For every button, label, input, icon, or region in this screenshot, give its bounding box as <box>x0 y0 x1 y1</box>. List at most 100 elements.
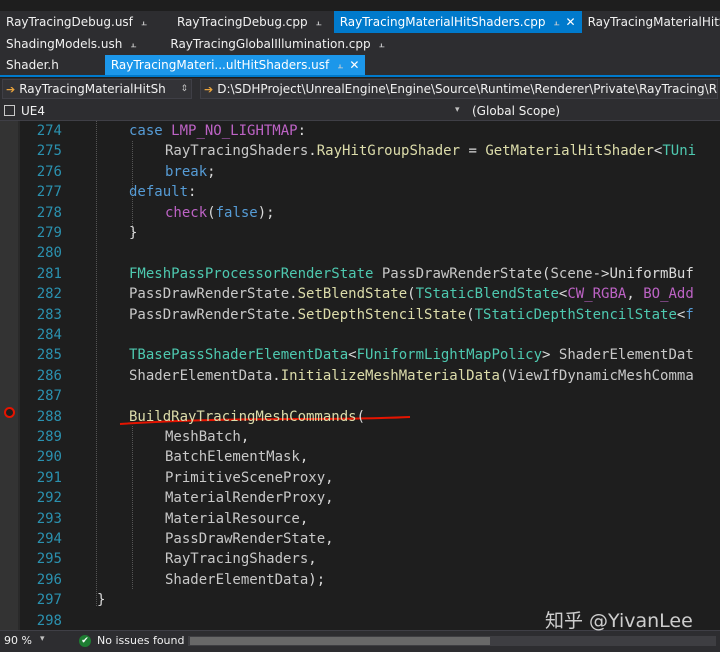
document-tab[interactable]: RayTracingDebug.cpp ⫠ <box>157 11 332 33</box>
code-line[interactable]: 282 PassDrawRenderState.SetBlendState(TSt… <box>0 284 720 304</box>
close-icon[interactable]: ✕ <box>349 58 359 72</box>
document-tab[interactable]: RayTracingMaterialHitShaders.cpp ⫠ ✕ <box>333 11 582 33</box>
code-line[interactable]: 294 PassDrawRenderState, <box>0 529 720 549</box>
code-text: ShaderElementData); <box>165 570 325 590</box>
code-line[interactable]: 295 RayTracingShaders, <box>0 549 720 569</box>
scope-dropdown[interactable]: (Global Scope) <box>472 101 560 120</box>
scrollbar-thumb[interactable] <box>190 637 490 645</box>
code-token: LMP_NO_LIGHTMAP <box>171 123 298 139</box>
code-line[interactable]: 279} <box>0 223 720 243</box>
pin-icon[interactable]: ⫠ <box>379 39 385 50</box>
tab-label: RayTracingMaterialHitSha <box>587 15 720 29</box>
code-line[interactable]: 287 <box>0 386 720 406</box>
code-token: break <box>165 163 208 180</box>
active-tab-underline <box>0 75 720 77</box>
code-token: TUni <box>662 143 697 160</box>
code-line[interactable]: 289 MeshBatch, <box>0 427 720 447</box>
code-token: < <box>348 347 357 364</box>
tab-label: Shader.h <box>6 58 59 72</box>
line-number: 291 <box>36 469 62 486</box>
code-line[interactable]: 280 <box>0 243 720 263</box>
issues-status[interactable]: No issues found <box>97 634 184 647</box>
document-tab[interactable]: RayTracingDebug.usf ⫠ <box>0 11 157 33</box>
chevron-down-icon[interactable]: ▾ <box>40 634 45 644</box>
code-text: PassDrawRenderState.SetBlendState(TStati… <box>129 284 694 304</box>
code-line[interactable]: 277 default: <box>0 182 720 202</box>
file-path-value: D:\SDHProject\UnrealEngine\Engine\Source… <box>217 82 717 96</box>
code-line[interactable]: 296 ShaderElementData); <box>0 570 720 590</box>
line-number: 279 <box>36 225 62 241</box>
code-text: RayTracingShaders, <box>165 549 317 569</box>
document-tab-row-1: RayTracingDebug.usf ⫠ RayTracingDebug.cpp ⫠… <box>0 11 720 33</box>
code-token: , <box>299 510 309 527</box>
line-number: 290 <box>36 449 62 466</box>
code-text: RayTracingShaders.RayHitGroupShader = Ge… <box>165 141 696 161</box>
line-number: 285 <box>36 347 62 364</box>
code-token: RayTracingShaders <box>165 551 309 568</box>
document-tab[interactable]: RayTracingMaterialHitSha <box>582 11 720 33</box>
code-token: ; <box>207 163 216 180</box>
code-token: f <box>685 306 694 323</box>
line-number: 289 <box>36 429 62 445</box>
code-token: ShaderElementDat <box>558 347 694 364</box>
code-token: . <box>289 306 298 323</box>
code-token: , <box>325 531 334 547</box>
code-line[interactable]: 283 PassDrawRenderState.SetDepthStencilSt… <box>0 305 720 325</box>
code-token: , <box>325 469 334 486</box>
code-line[interactable]: 288 BuildRayTracingMeshCommands( <box>0 407 720 427</box>
file-path-dropdown[interactable]: ➔ D:\SDHProject\UnrealEngine\Engine\Sour… <box>200 79 718 99</box>
line-number: 295 <box>36 551 62 568</box>
chevron-updown-icon: ⇕ <box>180 84 188 94</box>
document-tab-row-3: Shader.h RayTracingMateri...ultHitShaders… <box>0 55 720 75</box>
document-tab[interactable]: Shader.h <box>0 55 65 75</box>
code-editor[interactable]: 274 case LMP_NO_LIGHTMAP: 275 RayTracingSha… <box>0 121 720 630</box>
code-line[interactable]: 274 case LMP_NO_LIGHTMAP: <box>0 121 720 141</box>
tab-label: ShadingModels.ush <box>6 37 123 51</box>
code-line[interactable]: 276 break; <box>0 162 720 182</box>
document-tab[interactable]: RayTracingGlobalIllumination.cpp ⫠ <box>142 33 390 55</box>
zoom-level[interactable]: 90 % <box>4 634 32 647</box>
scope-dropdown-value: (Global Scope) <box>472 103 561 118</box>
class-dropdown[interactable]: ➔ RayTracingMaterialHitSh ⇕ <box>2 79 192 99</box>
code-token: BO_Add <box>643 286 694 303</box>
code-line[interactable]: 281 FMeshPassProcessorRenderState PassDra… <box>0 264 720 284</box>
tab-label: RayTracingDebug.usf <box>6 15 133 29</box>
code-line[interactable]: 292 MaterialRenderProxy, <box>0 488 720 508</box>
code-token: false <box>215 204 258 221</box>
code-token: ( <box>466 306 475 323</box>
code-line[interactable]: 293 MaterialResource, <box>0 509 720 529</box>
pin-icon[interactable]: ⫠ <box>337 60 343 71</box>
path-icon: ➔ <box>204 82 214 96</box>
code-token: GetMaterialHitShader <box>485 143 654 160</box>
pin-icon[interactable]: ⫠ <box>141 17 147 28</box>
document-tab-row-2: ShadingModels.ush ⫠ RayTracingGlobalIllumi… <box>0 33 720 55</box>
code-token: RayTracingShaders <box>165 143 309 160</box>
pin-icon[interactable]: ⫠ <box>130 39 136 50</box>
code-token: Scene <box>550 265 593 282</box>
line-number: 293 <box>36 510 62 527</box>
code-line[interactable]: 291 PrimitiveSceneProxy, <box>0 468 720 488</box>
line-number: 286 <box>36 367 62 384</box>
line-number: 288 <box>36 408 62 425</box>
code-token: } <box>97 592 106 609</box>
document-tab[interactable]: RayTracingMateri...ultHitShaders.usf ⫠ ✕ <box>104 55 366 75</box>
code-line[interactable]: 278 check(false); <box>0 203 720 223</box>
pin-icon[interactable]: ⫠ <box>553 17 559 28</box>
code-line[interactable]: 290 BatchElementMask, <box>0 447 720 467</box>
code-token: , <box>626 286 644 303</box>
document-tab[interactable]: ShadingModels.ush ⫠ <box>0 33 142 55</box>
code-line[interactable]: 275 RayTracingShaders.RayHitGroupShader =… <box>0 141 720 161</box>
code-line[interactable]: 285 TBasePassShaderElementData<FUniformLi… <box>0 345 720 365</box>
pin-icon[interactable]: ⫠ <box>316 17 322 28</box>
code-line[interactable]: 286 ShaderElementData.InitializeMeshMater… <box>0 366 720 386</box>
code-text: default: <box>129 182 196 202</box>
code-token: MaterialRenderProxy <box>165 490 326 507</box>
code-token: , <box>240 429 250 445</box>
class-icon: ➔ <box>6 82 16 96</box>
chevron-down-icon[interactable]: ▾ <box>455 105 460 115</box>
code-line[interactable]: 284 <box>0 325 720 345</box>
tab-label: RayTracingMateri...ultHitShaders.usf <box>110 58 330 72</box>
project-dropdown[interactable]: UE4 <box>4 101 45 120</box>
code-token: : <box>297 123 307 139</box>
close-icon[interactable]: ✕ <box>566 15 576 29</box>
